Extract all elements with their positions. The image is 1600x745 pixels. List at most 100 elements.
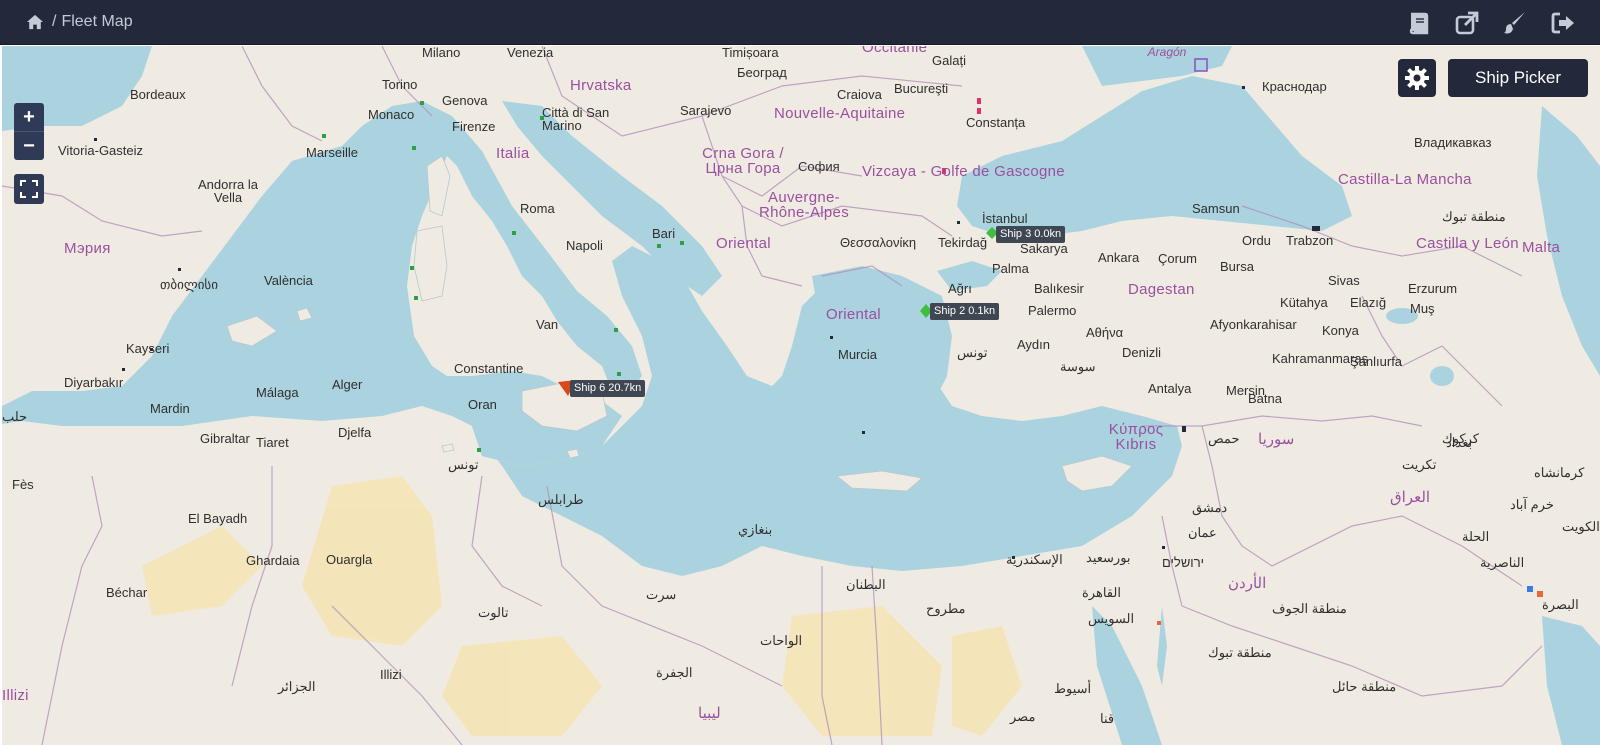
map-label: Κύπρος Kıbrıs <box>1108 421 1164 453</box>
map-label: Ağrı <box>948 281 972 296</box>
map-label: حمص <box>1208 431 1240 446</box>
map-label: بنغازي <box>738 522 773 537</box>
zoom-out-button[interactable]: − <box>14 131 44 160</box>
map-label: البطنان <box>846 577 886 592</box>
fullscreen-icon <box>20 180 38 198</box>
map-label: Ankara <box>1098 250 1140 265</box>
map-label: سرت <box>646 587 677 602</box>
home-icon[interactable] <box>26 14 44 30</box>
map-label: Sarajevo <box>680 103 732 118</box>
map-label: العراق <box>1390 489 1431 506</box>
map-label: Illizi <box>380 667 402 682</box>
zoom-control: + − <box>14 103 44 160</box>
map-label: Antalya <box>1148 381 1192 396</box>
map-label: تونس <box>957 345 988 360</box>
map-label: Balıkesir <box>1034 281 1084 296</box>
map-label: Auvergne-Rhône-Alpes <box>758 189 850 221</box>
map-label: Fès <box>12 477 34 492</box>
map-label: الناصرية <box>1480 555 1525 570</box>
map-label: Ghardaia <box>246 553 300 568</box>
map-label: كرمانشاه <box>1534 465 1585 480</box>
map-label: Castilla-La Mancha <box>1338 171 1472 188</box>
map-label: السويس <box>1088 611 1135 626</box>
top-navbar: / Fleet Map <box>0 0 1600 45</box>
map-label: Craiova <box>837 87 882 102</box>
map-label: Trabzon <box>1286 233 1334 248</box>
map-label: Краснодар <box>1262 79 1327 94</box>
map-label: Elazığ <box>1350 295 1387 310</box>
external-link-icon[interactable] <box>1450 6 1484 40</box>
map-label: Sakarya <box>1020 241 1068 256</box>
map-label: الإسكندرية <box>1006 552 1063 567</box>
map-label: مطروح <box>926 601 966 616</box>
map-label: Hrvatska <box>570 77 632 94</box>
map-label: Alger <box>332 377 363 392</box>
ship-label[interactable]: Ship 2 0.1kn <box>930 303 1000 320</box>
map-label: القاهرة <box>1082 585 1121 600</box>
map-label: Београд <box>737 65 787 80</box>
map-label: Konya <box>1322 323 1359 338</box>
map-label: الجفرة <box>656 665 693 680</box>
map-label: بورسعيد <box>1086 550 1131 565</box>
map-label: Torino <box>382 77 418 92</box>
map-label: Oran <box>468 397 497 412</box>
page-title[interactable]: Fleet Map <box>61 13 132 31</box>
map-label: Constanța <box>966 115 1026 130</box>
map-label: Nouvelle-Aquitaine <box>774 105 906 122</box>
map-label: Bordeaux <box>130 87 186 102</box>
map-label: سوريا <box>1258 431 1295 448</box>
brush-icon[interactable] <box>1498 6 1532 40</box>
map-label: Muş <box>1410 301 1435 316</box>
map-label: البصرة <box>1542 597 1579 612</box>
map-label: Djelfa <box>338 425 372 440</box>
map-label: دمشق <box>1192 500 1228 515</box>
map-label: El Bayadh <box>188 511 248 526</box>
map-label: Αθήνα <box>1086 325 1124 340</box>
map-label: Aydın <box>1017 337 1051 352</box>
map-label: أسيوط <box>1054 681 1092 696</box>
map-label: Kayseri <box>126 341 170 356</box>
map-label: Genova <box>442 93 488 108</box>
map-label: Palma <box>992 261 1029 276</box>
map-label: الواحات <box>760 633 803 648</box>
map-view[interactable]: Bordeaux Milano Venezia Timișoara Београ… <box>2 46 1600 745</box>
map-label: منطقة تبوك <box>1442 209 1506 224</box>
map-label: Tiaret <box>256 435 289 450</box>
ship-label[interactable]: Ship 3 0.0kn <box>996 226 1066 243</box>
map-label: ירושלים <box>1162 555 1205 570</box>
ship-label[interactable]: Ship 6 20.7kn <box>570 380 646 397</box>
map-label: خرم آباد <box>1510 497 1554 512</box>
map-label: Málaga <box>256 385 299 400</box>
settings-button[interactable] <box>1398 59 1436 97</box>
map-label: Illizi <box>2 687 29 704</box>
map-label: Bursa <box>1220 259 1254 274</box>
map-label: سوسة <box>1060 359 1096 374</box>
map-label: Palermo <box>1028 303 1077 318</box>
map-label: Dagestan <box>1128 281 1195 298</box>
map-label: İstanbul <box>982 211 1028 226</box>
map-label: Batna <box>1248 391 1282 406</box>
map-label: Galați <box>932 53 966 68</box>
map-label: Denizli <box>1122 345 1162 360</box>
gear-icon <box>1405 66 1429 90</box>
map-label: Aragón <box>1147 46 1187 59</box>
map-label: València <box>264 273 313 288</box>
zoom-in-button[interactable]: + <box>14 103 44 131</box>
map-label: Владикавказ <box>1414 135 1492 150</box>
map-label: Venezia <box>507 46 554 60</box>
map-label: كركوك <box>1442 431 1479 446</box>
map-label: Bucureşti <box>894 81 949 96</box>
fullscreen-button[interactable] <box>14 174 44 204</box>
map-label: Vizcaya - Golfe de Gascogne <box>862 163 1065 180</box>
map-label: Città di San Marino <box>542 105 610 133</box>
map-label: Firenze <box>452 119 496 134</box>
breadcrumb: / Fleet Map <box>26 10 133 34</box>
sign-out-icon[interactable] <box>1546 6 1580 40</box>
map-label: منطقة حائل <box>1332 679 1397 694</box>
book-icon[interactable] <box>1402 6 1436 40</box>
map-label: Constantine <box>454 361 524 376</box>
ship-picker-button[interactable]: Ship Picker <box>1448 59 1588 97</box>
map-label: Mardin <box>150 401 190 416</box>
map-label: Ouargla <box>326 552 373 567</box>
map-label: თბილისი <box>160 277 218 292</box>
